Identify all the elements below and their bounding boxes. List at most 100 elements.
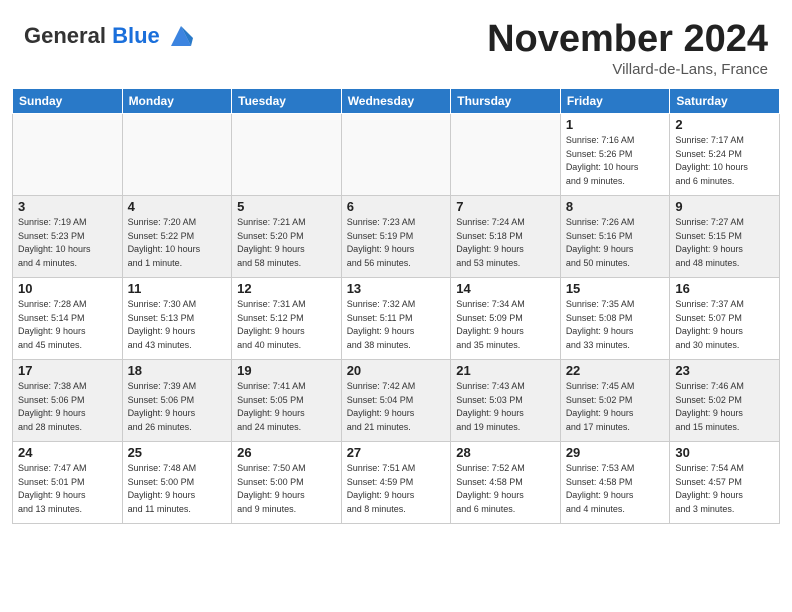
day-cell: 21 Sunrise: 7:43 AM Sunset: 5:03 PM Dayli… <box>451 360 561 442</box>
day-info: Sunrise: 7:51 AM Sunset: 4:59 PM Dayligh… <box>347 462 446 516</box>
day-cell: 2 Sunrise: 7:17 AM Sunset: 5:24 PM Daylig… <box>670 114 780 196</box>
logo-blue: Blue <box>112 23 160 48</box>
day-cell: 20Sunrise: 7:42 AM Sunset: 5:04 PM Dayli… <box>341 360 451 442</box>
day-number: 14 <box>456 281 555 296</box>
day-cell <box>451 114 561 196</box>
day-cell: 25 Sunrise: 7:48 AM Sunset: 5:00 PM Dayli… <box>122 442 232 524</box>
day-info: Sunrise: 7:27 AM Sunset: 5:15 PM Dayligh… <box>675 216 774 270</box>
day-cell: 9 Sunrise: 7:27 AM Sunset: 5:15 PM Daylig… <box>670 196 780 278</box>
day-number: 3 <box>18 199 117 214</box>
day-number: 26 <box>237 445 336 460</box>
day-info: Sunrise: 7:17 AM Sunset: 5:24 PM Dayligh… <box>675 134 774 188</box>
day-info: Sunrise: 7:38 AM Sunset: 5:06 PM Dayligh… <box>18 380 117 434</box>
day-cell <box>122 114 232 196</box>
day-number: 4 <box>128 199 227 214</box>
col-friday: Friday <box>560 89 670 114</box>
day-cell: 22 Sunrise: 7:45 AM Sunset: 5:02 PM Dayli… <box>560 360 670 442</box>
logo-icon <box>163 18 199 54</box>
month-title: November 2024 <box>487 18 768 61</box>
calendar-table: Sunday Monday Tuesday Wednesday Thursday… <box>12 88 780 524</box>
title-area: November 2024 Villard-de-Lans, France <box>487 18 768 78</box>
col-thursday: Thursday <box>451 89 561 114</box>
day-info: Sunrise: 7:20 AM Sunset: 5:22 PM Dayligh… <box>128 216 227 270</box>
day-number: 22 <box>566 363 665 378</box>
day-number: 17 <box>18 363 117 378</box>
day-info: Sunrise: 7:47 AM Sunset: 5:01 PM Dayligh… <box>18 462 117 516</box>
day-info: Sunrise: 7:35 AM Sunset: 5:08 PM Dayligh… <box>566 298 665 352</box>
day-number: 2 <box>675 117 774 132</box>
day-info: Sunrise: 7:41 AM Sunset: 5:05 PM Dayligh… <box>237 380 336 434</box>
day-cell: 28Sunrise: 7:52 AM Sunset: 4:58 PM Dayli… <box>451 442 561 524</box>
week-row-3: 10Sunrise: 7:28 AM Sunset: 5:14 PM Dayli… <box>13 278 780 360</box>
day-cell <box>232 114 342 196</box>
day-info: Sunrise: 7:23 AM Sunset: 5:19 PM Dayligh… <box>347 216 446 270</box>
day-number: 13 <box>347 281 446 296</box>
logo: General Blue <box>24 18 199 54</box>
day-info: Sunrise: 7:28 AM Sunset: 5:14 PM Dayligh… <box>18 298 117 352</box>
day-cell: 24 Sunrise: 7:47 AM Sunset: 5:01 PM Dayli… <box>13 442 123 524</box>
col-monday: Monday <box>122 89 232 114</box>
col-wednesday: Wednesday <box>341 89 451 114</box>
day-number: 5 <box>237 199 336 214</box>
col-saturday: Saturday <box>670 89 780 114</box>
day-number: 25 <box>128 445 227 460</box>
day-number: 15 <box>566 281 665 296</box>
col-tuesday: Tuesday <box>232 89 342 114</box>
day-cell: 11Sunrise: 7:30 AM Sunset: 5:13 PM Dayli… <box>122 278 232 360</box>
day-number: 8 <box>566 199 665 214</box>
day-info: Sunrise: 7:46 AM Sunset: 5:02 PM Dayligh… <box>675 380 774 434</box>
day-number: 21 <box>456 363 555 378</box>
day-number: 23 <box>675 363 774 378</box>
day-number: 20 <box>347 363 446 378</box>
day-info: Sunrise: 7:48 AM Sunset: 5:00 PM Dayligh… <box>128 462 227 516</box>
day-info: Sunrise: 7:32 AM Sunset: 5:11 PM Dayligh… <box>347 298 446 352</box>
day-cell <box>13 114 123 196</box>
day-number: 16 <box>675 281 774 296</box>
day-info: Sunrise: 7:16 AM Sunset: 5:26 PM Dayligh… <box>566 134 665 188</box>
day-number: 7 <box>456 199 555 214</box>
day-cell <box>341 114 451 196</box>
day-info: Sunrise: 7:26 AM Sunset: 5:16 PM Dayligh… <box>566 216 665 270</box>
day-number: 19 <box>237 363 336 378</box>
day-info: Sunrise: 7:45 AM Sunset: 5:02 PM Dayligh… <box>566 380 665 434</box>
day-cell: 14 Sunrise: 7:34 AM Sunset: 5:09 PM Dayli… <box>451 278 561 360</box>
day-cell: 18Sunrise: 7:39 AM Sunset: 5:06 PM Dayli… <box>122 360 232 442</box>
day-cell: 8 Sunrise: 7:26 AM Sunset: 5:16 PM Daylig… <box>560 196 670 278</box>
day-cell: 29 Sunrise: 7:53 AM Sunset: 4:58 PM Dayli… <box>560 442 670 524</box>
logo-general: General <box>24 23 106 48</box>
week-row-4: 17 Sunrise: 7:38 AM Sunset: 5:06 PM Dayli… <box>13 360 780 442</box>
day-number: 1 <box>566 117 665 132</box>
day-number: 6 <box>347 199 446 214</box>
day-cell: 3 Sunrise: 7:19 AM Sunset: 5:23 PM Daylig… <box>13 196 123 278</box>
day-cell: 27 Sunrise: 7:51 AM Sunset: 4:59 PM Dayli… <box>341 442 451 524</box>
day-info: Sunrise: 7:54 AM Sunset: 4:57 PM Dayligh… <box>675 462 774 516</box>
day-cell: 12Sunrise: 7:31 AM Sunset: 5:12 PM Dayli… <box>232 278 342 360</box>
day-cell: 4 Sunrise: 7:20 AM Sunset: 5:22 PM Daylig… <box>122 196 232 278</box>
day-number: 28 <box>456 445 555 460</box>
day-number: 27 <box>347 445 446 460</box>
day-cell: 23 Sunrise: 7:46 AM Sunset: 5:02 PM Dayli… <box>670 360 780 442</box>
day-cell: 13 Sunrise: 7:32 AM Sunset: 5:11 PM Dayli… <box>341 278 451 360</box>
day-info: Sunrise: 7:37 AM Sunset: 5:07 PM Dayligh… <box>675 298 774 352</box>
day-cell: 5Sunrise: 7:21 AM Sunset: 5:20 PM Daylig… <box>232 196 342 278</box>
day-cell: 16 Sunrise: 7:37 AM Sunset: 5:07 PM Dayli… <box>670 278 780 360</box>
day-info: Sunrise: 7:43 AM Sunset: 5:03 PM Dayligh… <box>456 380 555 434</box>
day-cell: 30Sunrise: 7:54 AM Sunset: 4:57 PM Dayli… <box>670 442 780 524</box>
day-number: 18 <box>128 363 227 378</box>
day-number: 12 <box>237 281 336 296</box>
location: Villard-de-Lans, France <box>487 61 768 78</box>
col-sunday: Sunday <box>13 89 123 114</box>
day-number: 29 <box>566 445 665 460</box>
day-info: Sunrise: 7:53 AM Sunset: 4:58 PM Dayligh… <box>566 462 665 516</box>
day-number: 24 <box>18 445 117 460</box>
day-number: 9 <box>675 199 774 214</box>
day-info: Sunrise: 7:24 AM Sunset: 5:18 PM Dayligh… <box>456 216 555 270</box>
week-row-1: 1 Sunrise: 7:16 AM Sunset: 5:26 PM Daylig… <box>13 114 780 196</box>
day-cell: 7 Sunrise: 7:24 AM Sunset: 5:18 PM Daylig… <box>451 196 561 278</box>
day-info: Sunrise: 7:34 AM Sunset: 5:09 PM Dayligh… <box>456 298 555 352</box>
day-info: Sunrise: 7:50 AM Sunset: 5:00 PM Dayligh… <box>237 462 336 516</box>
day-info: Sunrise: 7:19 AM Sunset: 5:23 PM Dayligh… <box>18 216 117 270</box>
day-cell: 26 Sunrise: 7:50 AM Sunset: 5:00 PM Dayli… <box>232 442 342 524</box>
week-row-5: 24 Sunrise: 7:47 AM Sunset: 5:01 PM Dayli… <box>13 442 780 524</box>
week-row-2: 3 Sunrise: 7:19 AM Sunset: 5:23 PM Daylig… <box>13 196 780 278</box>
